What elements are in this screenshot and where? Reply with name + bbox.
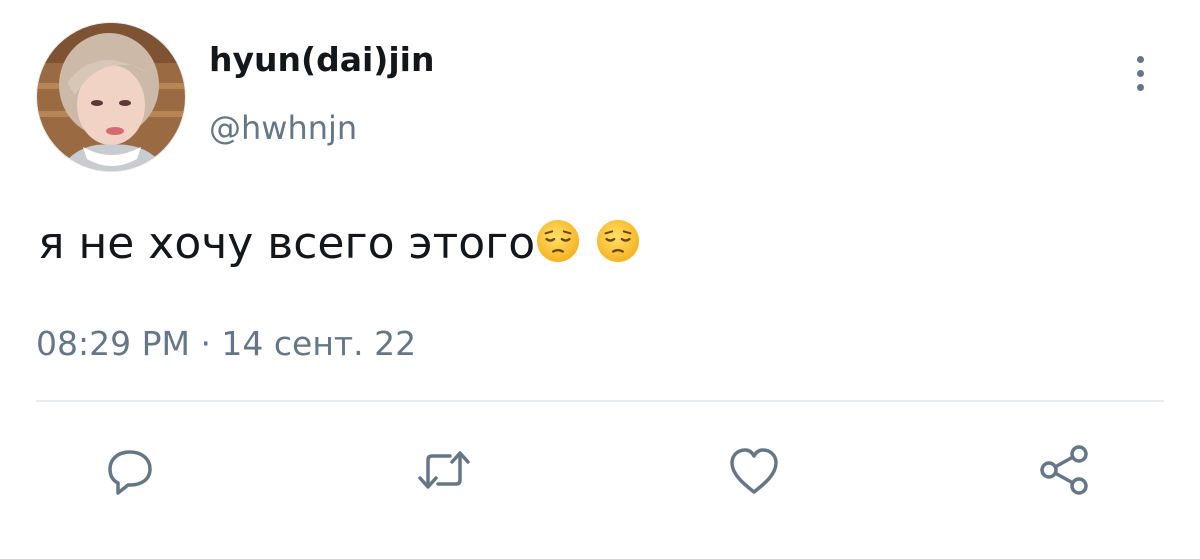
action-bar	[0, 438, 1200, 502]
reply-button[interactable]	[98, 438, 162, 502]
tweet-text: я не хочу всего этого	[38, 216, 641, 272]
more-icon-dot	[1136, 83, 1144, 91]
tweet-text-content: я не хочу всего этого	[38, 218, 536, 269]
pensive-face-emoji	[597, 219, 640, 263]
tweet-card: hyun(dai)jin @hwhnjn я не хочу всего это…	[0, 0, 1200, 559]
reply-icon	[108, 450, 152, 495]
more-options-button[interactable]	[1120, 50, 1160, 96]
retweet-button[interactable]	[412, 438, 476, 502]
user-handle[interactable]: @hwhnjn	[209, 108, 357, 148]
avatar[interactable]	[36, 22, 186, 172]
display-name[interactable]: hyun(dai)jin	[209, 40, 434, 80]
divider	[36, 400, 1164, 402]
share-icon	[1040, 445, 1088, 495]
retweet-icon	[418, 451, 470, 489]
more-icon-dot	[1136, 69, 1144, 77]
like-button[interactable]	[722, 438, 786, 502]
more-icon-dot	[1136, 55, 1144, 63]
avatar-photo	[37, 23, 185, 171]
share-button[interactable]	[1032, 438, 1096, 502]
tweet-timestamp[interactable]: 08:29 PM · 14 сент. 22	[36, 322, 416, 366]
heart-icon	[730, 448, 778, 494]
pensive-face-emoji	[537, 219, 580, 263]
